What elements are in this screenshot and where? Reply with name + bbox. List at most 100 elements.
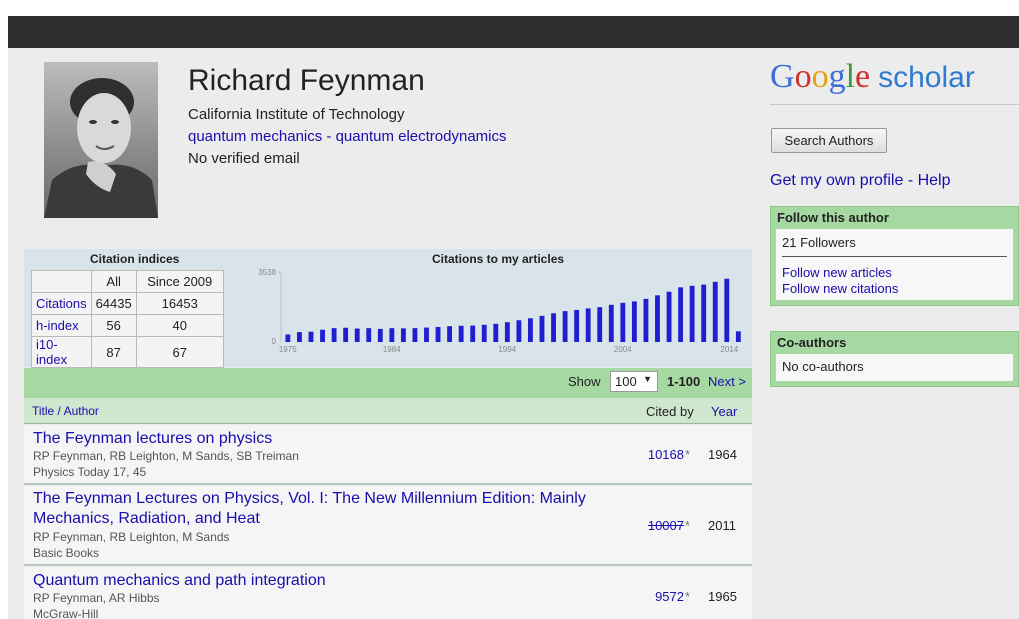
chart-bar-1976 bbox=[297, 332, 302, 342]
cited-by-link[interactable]: 9572 bbox=[634, 589, 684, 604]
chart-bar-2010 bbox=[689, 285, 695, 342]
article-authors: RP Feynman, AR Hibbs bbox=[33, 591, 160, 605]
article-title-link[interactable]: The Feynman Lectures on Physics, Vol. I:… bbox=[33, 489, 623, 529]
follow-new-articles-link[interactable]: Follow new articles bbox=[782, 265, 1007, 281]
author-affiliation: California Institute of Technology bbox=[188, 106, 405, 123]
coauthors-box: Co-authors No co-authors bbox=[770, 331, 1019, 387]
article-year: 2011 bbox=[708, 518, 736, 533]
chart-bar-1989 bbox=[447, 326, 453, 342]
chart-bar-2012 bbox=[712, 281, 718, 342]
citations-since: 16453 bbox=[135, 292, 224, 315]
chart-bar-1984 bbox=[389, 328, 395, 342]
table-row: h-index 56 40 bbox=[31, 314, 224, 337]
x-tick-2004: 2004 bbox=[614, 345, 632, 354]
article-source: Physics Today 17, 45 bbox=[33, 465, 147, 479]
chart-bar-2003 bbox=[608, 304, 614, 342]
chart-bar-1991 bbox=[470, 325, 476, 342]
chart-bar-1978 bbox=[320, 329, 325, 342]
google-scholar-logo[interactable]: Google scholar bbox=[770, 58, 975, 96]
chart-bar-1985 bbox=[400, 328, 406, 342]
star-icon: * bbox=[685, 589, 691, 604]
article-title-link[interactable]: Quantum mechanics and path integration bbox=[33, 571, 326, 591]
article-row: Quantum mechanics and path integration R… bbox=[24, 567, 752, 619]
col-header-since: Since 2009 bbox=[135, 270, 224, 293]
x-tick-2014: 2014 bbox=[720, 345, 738, 354]
chart-bar-1977 bbox=[308, 331, 314, 342]
chart-bar-2013 bbox=[724, 278, 730, 342]
x-tick-1984: 1984 bbox=[383, 345, 401, 354]
col-header-all: All bbox=[90, 270, 137, 293]
row-label-h-index[interactable]: h-index bbox=[31, 314, 92, 337]
results-range: 1-100 bbox=[667, 374, 701, 389]
logo-divider bbox=[770, 104, 1019, 105]
follow-author-box: Follow this author 21 Followers Follow n… bbox=[770, 206, 1019, 306]
article-source: Basic Books bbox=[33, 546, 100, 560]
i10-index-since: 67 bbox=[135, 336, 224, 368]
coauthors-box-title: Co-authors bbox=[777, 335, 847, 350]
chart-bar-1992 bbox=[481, 324, 487, 342]
chart-bar-1995 bbox=[516, 320, 522, 342]
logo-scholar-text: scholar bbox=[878, 61, 975, 94]
follow-new-citations-link[interactable]: Follow new citations bbox=[782, 281, 1007, 297]
chart-bar-2002 bbox=[597, 307, 603, 342]
chart-bar-2000 bbox=[574, 309, 580, 342]
sort-by-year-link[interactable]: Year bbox=[711, 404, 737, 419]
y-axis bbox=[277, 271, 282, 342]
chart-bar-2008 bbox=[666, 291, 672, 342]
star-icon: * bbox=[685, 518, 691, 533]
interests-link[interactable]: quantum mechanics - quantum electrodynam… bbox=[188, 128, 507, 145]
chart-bar-1987 bbox=[424, 327, 429, 342]
row-label-i10-index[interactable]: i10-index bbox=[31, 336, 92, 368]
chart-bar-2009 bbox=[678, 287, 684, 342]
chart-bar-2011 bbox=[701, 284, 707, 342]
chart-bar-1981 bbox=[354, 328, 360, 342]
author-interests[interactable]: quantum mechanics - quantum electrodynam… bbox=[188, 128, 507, 145]
coauthors-value: No co-authors bbox=[776, 354, 1013, 381]
follow-box-title: Follow this author bbox=[777, 210, 889, 225]
chart-bar-1996 bbox=[528, 318, 533, 342]
article-authors: RP Feynman, RB Leighton, M Sands bbox=[33, 530, 230, 544]
get-own-profile-link[interactable]: Get my own profile - Help bbox=[770, 172, 951, 190]
chart-bar-1998 bbox=[551, 313, 556, 342]
chevron-down-icon: ▼ bbox=[643, 374, 652, 384]
cited-by-link[interactable]: 10168 bbox=[634, 447, 684, 462]
follow-box-content: 21 Followers Follow new articles Follow … bbox=[776, 229, 1013, 300]
article-year: 1964 bbox=[708, 447, 737, 462]
logo-google-text: G bbox=[770, 58, 795, 95]
article-row: The Feynman lectures on physics RP Feynm… bbox=[24, 425, 752, 485]
articles-header bbox=[24, 398, 752, 424]
profile-photo bbox=[44, 62, 158, 218]
chart-bar-1986 bbox=[412, 328, 418, 342]
chart-bar-1980 bbox=[343, 327, 349, 342]
sort-by-title-link[interactable]: Title / Author bbox=[32, 404, 99, 418]
x-tick-1994: 1994 bbox=[498, 345, 516, 354]
y-tick-min: 0 bbox=[272, 337, 277, 346]
show-label: Show bbox=[568, 374, 601, 389]
chart-bar-2004 bbox=[620, 302, 626, 342]
show-count-select[interactable]: 100 ▼ bbox=[610, 371, 658, 392]
article-row: The Feynman Lectures on Physics, Vol. I:… bbox=[24, 486, 752, 566]
chart-bar-2006 bbox=[643, 298, 649, 342]
chart-bar-1993 bbox=[493, 323, 499, 342]
chart-bar-1997 bbox=[539, 315, 545, 342]
cited-by-link[interactable]: 10007 bbox=[634, 518, 684, 533]
row-label-citations[interactable]: Citations bbox=[31, 292, 92, 315]
chart-bar-1975 bbox=[285, 334, 291, 342]
chart-bar-2001 bbox=[585, 308, 591, 342]
article-authors: RP Feynman, RB Leighton, M Sands, SB Tre… bbox=[33, 449, 299, 463]
show-count-value: 100 bbox=[615, 374, 637, 389]
citations-all: 64435 bbox=[90, 292, 137, 315]
article-title-link[interactable]: The Feynman lectures on physics bbox=[33, 429, 272, 449]
next-page-link[interactable]: Next > bbox=[708, 374, 746, 389]
chart-bar-1983 bbox=[377, 328, 383, 342]
table-row: i10-index 87 67 bbox=[31, 336, 224, 368]
search-authors-button[interactable]: Search Authors bbox=[771, 128, 887, 153]
article-year: 1965 bbox=[708, 589, 737, 604]
article-source: McGraw-Hill bbox=[33, 607, 99, 619]
chart-bar-1990 bbox=[458, 325, 464, 342]
chart-bar-2014 bbox=[735, 331, 741, 342]
star-icon: * bbox=[685, 447, 691, 462]
table-row: Citations 64435 16453 bbox=[31, 292, 224, 315]
author-name: Richard Feynman bbox=[188, 64, 425, 97]
chart-bar-1999 bbox=[562, 311, 568, 342]
